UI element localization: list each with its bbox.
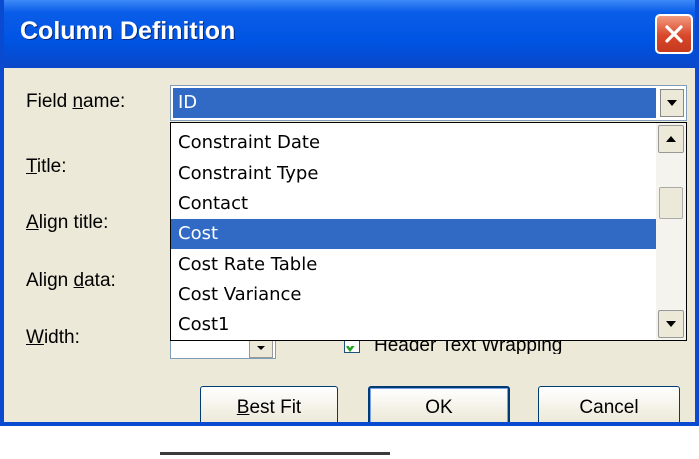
title-label: Title: xyxy=(26,156,67,177)
header-text-wrapping-label: Header Text Wrapping xyxy=(374,340,563,354)
dropdown-scrollbar[interactable] xyxy=(656,123,686,340)
list-item-cost-rate-table[interactable]: Cost Rate Table xyxy=(171,250,657,280)
field-name-dropdown-button[interactable] xyxy=(660,89,684,117)
list-item-cost-variance[interactable]: Cost Variance xyxy=(171,280,657,310)
title-bar[interactable]: Column Definition xyxy=(4,0,695,68)
width-label: Width: xyxy=(26,327,80,348)
list-item-constraint-type[interactable]: Constraint Type xyxy=(171,159,657,189)
column-definition-dialog: Column Definition Field name: Title: Ali… xyxy=(0,0,699,426)
width-spin-down-button[interactable] xyxy=(249,338,273,358)
scroll-down-icon xyxy=(666,321,676,327)
spin-down-icon xyxy=(257,346,265,350)
list-item-constraint-date[interactable]: Constraint Date xyxy=(171,128,657,158)
field-name-label: Field name: xyxy=(26,91,126,112)
align-title-label: Align title: xyxy=(26,212,109,233)
scroll-down-button[interactable] xyxy=(658,310,684,338)
close-icon xyxy=(665,25,683,43)
background-divider xyxy=(160,452,390,455)
chevron-down-icon xyxy=(667,100,677,106)
header-text-wrapping-checkbox[interactable] xyxy=(344,341,360,353)
field-name-value: ID xyxy=(173,88,656,118)
ok-button[interactable]: OK xyxy=(368,386,510,422)
dialog-title: Column Definition xyxy=(20,17,236,45)
align-data-label: Align data: xyxy=(26,270,116,291)
list-item-contact[interactable]: Contact xyxy=(171,189,657,219)
list-item-cost1[interactable]: Cost1 xyxy=(171,310,657,340)
list-item-cost[interactable]: Cost xyxy=(171,219,657,249)
field-name-dropdown-list[interactable]: Constraint Date Constraint Type Contact … xyxy=(170,122,687,341)
best-fit-button[interactable]: Best Fit xyxy=(200,386,338,422)
scroll-up-icon xyxy=(666,136,676,142)
scroll-up-button[interactable] xyxy=(658,125,684,153)
scroll-thumb[interactable] xyxy=(659,187,683,219)
cancel-button[interactable]: Cancel xyxy=(538,386,680,422)
field-name-combobox[interactable]: ID xyxy=(170,85,687,121)
close-button[interactable] xyxy=(655,14,693,54)
